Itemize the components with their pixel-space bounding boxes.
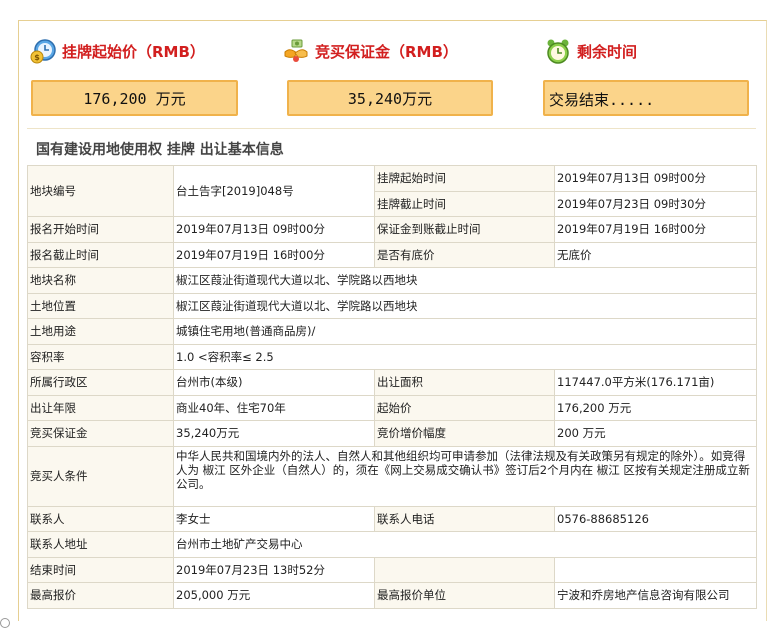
remaining-time-label: 剩余时间 [577,42,638,61]
cell-label: 报名开始时间 [27,216,174,243]
cell-value: 205,000 万元 [173,582,375,609]
table-row: 最高报价 205,000 万元 最高报价单位 宁波和乔房地产信息咨询有限公司 [27,582,757,609]
cell-value: 2019年07月23日 09时30分 [554,190,757,217]
cell-value: 宁波和乔房地产信息咨询有限公司 [554,582,757,609]
start-price-value: 176,200 万元 [31,80,238,116]
deposit-label: 竞买保证金（RMB） [315,42,458,61]
table-row: 结束时间 2019年07月23日 13时52分 [27,556,757,583]
cell-label: 挂牌截止时间 [374,190,555,217]
table-row: 联系人地址 台州市土地矿产交易中心 [27,531,757,558]
remaining-time-value-text: 交易结束..... [549,91,655,109]
cell-value: 2019年07月19日 16时00分 [173,241,375,268]
alarm-clock-icon [547,39,569,64]
cell-value: 2019年07月13日 09时00分 [554,165,757,192]
cell-label: 起始价 [374,394,555,421]
cell-label: 保证金到账截止时间 [374,216,555,243]
cell-value: 椒江区葭沚街道现代大道以北、学院路以西地块 [173,267,757,294]
cell-label: 地块名称 [27,267,174,294]
cell-label: 是否有底价 [374,241,555,268]
cell-value: 0576-88685126 [554,505,757,532]
table-row: 地块名称 椒江区葭沚街道现代大道以北、学院路以西地块 [27,267,757,294]
cell-value: 2019年07月19日 16时00分 [554,216,757,243]
section-title: 国有建设用地使用权 挂牌 出让基本信息 [36,142,284,158]
table-row: 土地用途 城镇住宅用地(普通商品房)/ [27,318,757,345]
table-row: 报名截止时间 2019年07月19日 16时00分 是否有底价 无底价 [27,241,757,268]
start-price-label: 挂牌起始价（RMB） [62,42,205,61]
land-info-table: 地块编号 台土告字[2019]048号 挂牌起始时间 2019年07月13日 0… [27,165,757,609]
divider [27,128,756,129]
cell-label: 容积率 [27,343,174,370]
table-row: 地块编号 台土告字[2019]048号 挂牌起始时间 2019年07月13日 0… [27,165,757,217]
cell-label: 最高报价单位 [374,582,555,609]
table-row: 报名开始时间 2019年07月13日 09时00分 保证金到账截止时间 2019… [27,216,757,243]
cell-label: 报名截止时间 [27,241,174,268]
deposit-value-text: 35,240万元 [347,89,433,108]
cell-value: 台土告字[2019]048号 [173,165,375,217]
cell-label: 所属行政区 [27,369,174,396]
hands-money-icon [284,39,308,62]
cell-value: 200 万元 [554,420,757,447]
cell-label: 结束时间 [27,556,174,583]
cell-label: 联系人电话 [374,505,555,532]
table-row: 竞买保证金 35,240万元 竞价增价幅度 200 万元 [27,420,757,447]
cell-label: 联系人地址 [27,531,174,558]
cell-label: 土地用途 [27,318,174,345]
cell-value: 椒江区葭沚街道现代大道以北、学院路以西地块 [173,292,757,319]
svg-text:$: $ [34,53,40,62]
money-clock-icon: $ [30,39,56,64]
table-row: 所属行政区 台州市(本级) 出让面积 117447.0平方米(176.171亩) [27,369,757,396]
deposit-heading: 竞买保证金（RMB） [283,38,458,64]
remaining-time-heading: 剩余时间 [545,38,637,64]
start-price-value-text: 176,200 万元 [83,89,186,108]
table-row: 出让年限 商业40年、住宅70年 起始价 176,200 万元 [27,394,757,421]
cell-value: 176,200 万元 [554,394,757,421]
cell-value: 台州市(本级) [173,369,375,396]
cell-value: 35,240万元 [173,420,375,447]
scroll-indicator-icon [0,618,10,628]
cell-value: 台州市土地矿产交易中心 [173,531,757,558]
remaining-time-value: 交易结束..... [543,80,749,116]
cell-value: 2019年07月13日 09时00分 [173,216,375,243]
cell-value: 中华人民共和国境内外的法人、自然人和其他组织均可申请参加（法律法规及有关政策另有… [173,445,757,507]
cell-label: 土地位置 [27,292,174,319]
table-row: 竞买人条件 中华人民共和国境内外的法人、自然人和其他组织均可申请参加（法律法规及… [27,445,757,507]
cell-label: 竞买保证金 [27,420,174,447]
deposit-value: 35,240万元 [287,80,493,116]
table-row: 土地位置 椒江区葭沚街道现代大道以北、学院路以西地块 [27,292,757,319]
cell-label: 地块编号 [27,165,174,217]
cell-value [554,556,757,583]
cell-value: 城镇住宅用地(普通商品房)/ [173,318,757,345]
cell-value: 117447.0平方米(176.171亩) [554,369,757,396]
table-row: 联系人 李女士 联系人电话 0576-88685126 [27,505,757,532]
cell-value: 商业40年、住宅70年 [173,394,375,421]
cell-label [374,556,555,583]
cell-label: 竞买人条件 [27,445,174,507]
cell-label: 竞价增价幅度 [374,420,555,447]
cell-value: 1.0 <容积率≤ 2.5 [173,343,757,370]
cell-value: 李女士 [173,505,375,532]
start-price-heading: $ 挂牌起始价（RMB） [30,38,205,64]
cell-value: 2019年07月23日 13时52分 [173,556,375,583]
cell-label: 最高报价 [27,582,174,609]
cell-label: 出让面积 [374,369,555,396]
cell-label: 挂牌起始时间 [374,165,555,192]
cell-value: 无底价 [554,241,757,268]
table-row: 容积率 1.0 <容积率≤ 2.5 [27,343,757,370]
cell-label: 联系人 [27,505,174,532]
cell-label: 出让年限 [27,394,174,421]
